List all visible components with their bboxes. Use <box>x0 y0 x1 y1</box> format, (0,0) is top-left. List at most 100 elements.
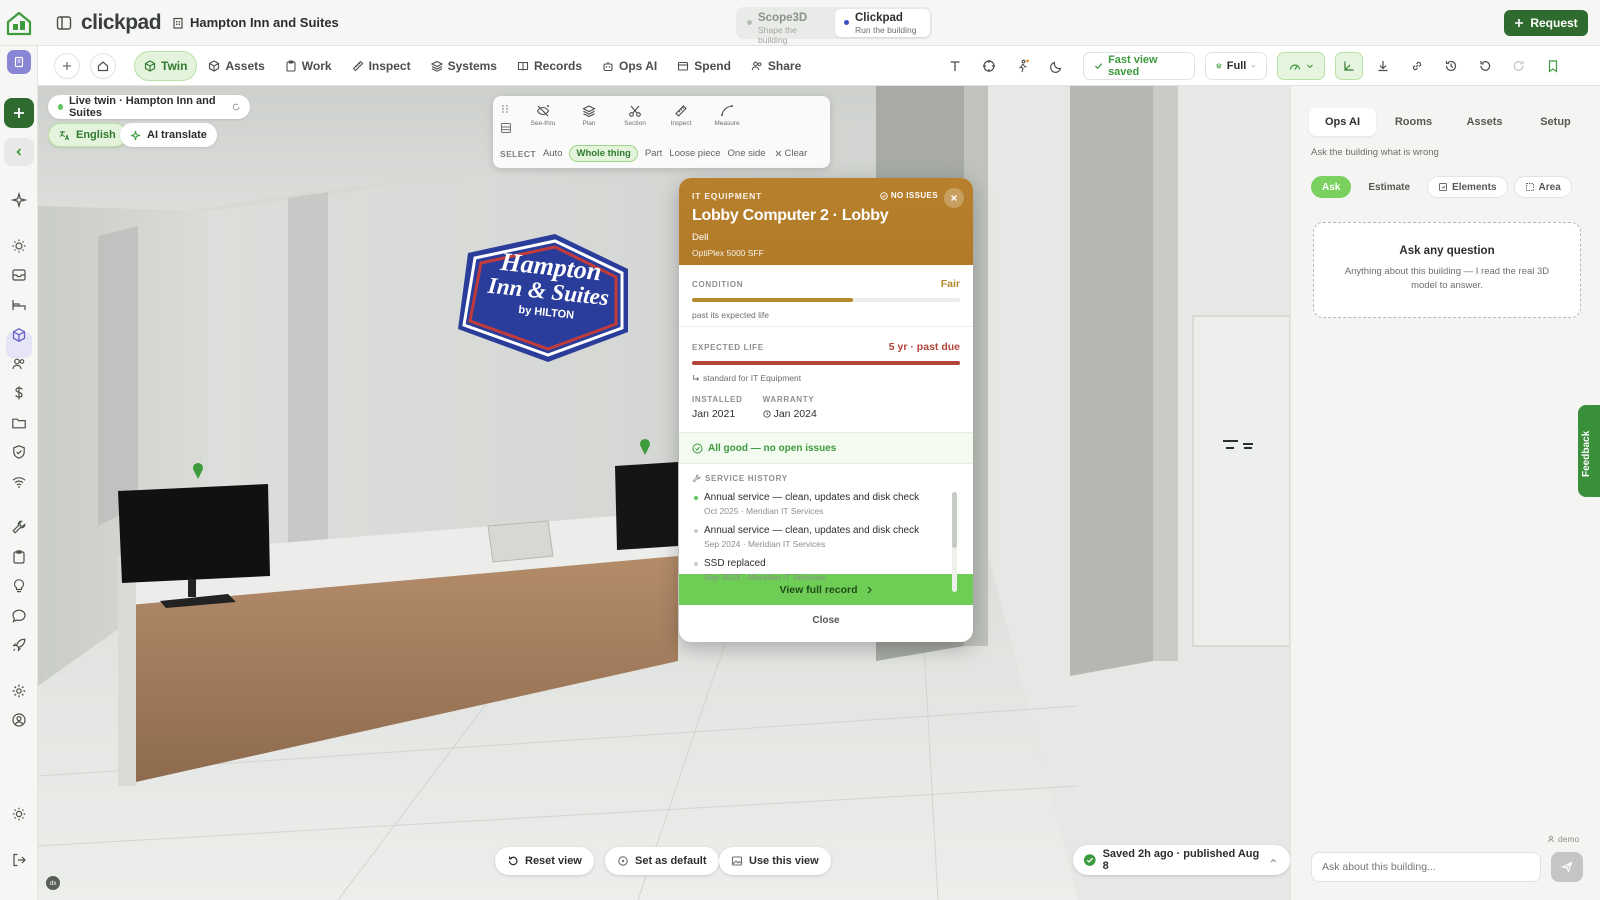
subtab-label: Estimate <box>1368 181 1411 193</box>
card-close-link[interactable]: Close <box>679 605 973 636</box>
walk-tool[interactable] <box>1009 52 1037 80</box>
tool-see-thru[interactable]: See-thru <box>523 104 563 127</box>
ai-translate-button[interactable]: AI translate <box>120 123 217 147</box>
select-auto[interactable]: Auto <box>543 148 563 159</box>
select-part[interactable]: Part <box>645 148 662 159</box>
folder-icon[interactable] <box>11 415 27 431</box>
select-clear-button[interactable]: Clear <box>775 148 807 159</box>
subtab-elements[interactable]: Elements <box>1427 176 1508 198</box>
axis-toggle[interactable] <box>1335 52 1363 80</box>
language-chip[interactable]: English <box>48 123 127 147</box>
tab-ops-ai[interactable]: Ops AI <box>593 51 666 81</box>
feedback-tab[interactable]: Feedback <box>1578 405 1600 497</box>
tab-assets[interactable]: Assets <box>199 51 273 81</box>
history-scrollbar[interactable] <box>952 492 957 592</box>
tool-inspect[interactable]: Inspect <box>661 104 701 127</box>
tab-twin[interactable]: Twin <box>134 51 198 81</box>
new-view-button[interactable] <box>54 53 80 79</box>
tab-spend[interactable]: Spend <box>668 51 740 81</box>
panel-tab-ops-ai[interactable]: Ops AI <box>1309 108 1376 136</box>
clipboard-icon[interactable] <box>11 549 27 565</box>
reset-view-button[interactable]: Reset view <box>495 847 594 875</box>
set-default-button[interactable]: Set as default <box>605 847 719 875</box>
live-twin-chip[interactable]: Live twin · Hampton Inn and Suites <box>48 95 250 119</box>
workspace-badge[interactable] <box>7 50 31 74</box>
wifi-icon[interactable] <box>11 474 27 490</box>
target-tool[interactable] <box>975 52 1003 80</box>
history-item[interactable]: SSD replaced Sep 2023 · Meridian IT Serv… <box>692 558 960 582</box>
history-button[interactable] <box>1437 52 1465 80</box>
tab-label: Twin <box>161 59 188 73</box>
speed-select[interactable] <box>1277 52 1325 80</box>
dates-row: INSTALLED Jan 2021 WARRANTY Jan 2024 <box>692 395 960 420</box>
save-status-pill[interactable]: Saved 2h ago · published Aug 8 <box>1073 845 1290 875</box>
subtab-area[interactable]: Area <box>1513 176 1572 198</box>
rocket-icon[interactable] <box>11 637 27 653</box>
redo-button[interactable] <box>1505 52 1533 80</box>
logout-icon[interactable] <box>11 852 27 868</box>
lightbulb-icon[interactable] <box>11 578 27 594</box>
link-button[interactable] <box>1403 52 1431 80</box>
undo-button[interactable] <box>1471 52 1499 80</box>
tab-records[interactable]: Records <box>508 51 591 81</box>
wrench-icon[interactable] <box>11 519 27 535</box>
history-scroll-thumb[interactable] <box>952 492 957 548</box>
ask-input[interactable] <box>1311 852 1541 882</box>
logo-icon[interactable] <box>6 10 32 36</box>
select-one-side[interactable]: One side <box>728 148 766 159</box>
mode-clickpad[interactable]: Clickpad Run the building <box>835 9 930 37</box>
panel-icon[interactable] <box>500 122 512 134</box>
theme-sun-icon[interactable] <box>11 806 27 822</box>
subtab-estimate[interactable]: Estimate <box>1357 176 1421 198</box>
building-selector[interactable]: Hampton Inn and Suites <box>172 15 339 30</box>
user-circle-icon[interactable] <box>11 712 27 728</box>
subtab-ask[interactable]: Ask <box>1311 176 1352 198</box>
dx-badge[interactable]: dx <box>46 876 60 890</box>
dollar-icon[interactable] <box>11 385 27 401</box>
send-button[interactable] <box>1551 852 1583 882</box>
use-this-view-button[interactable]: Use this view <box>719 847 831 875</box>
home-button[interactable] <box>90 53 116 79</box>
chat-icon[interactable] <box>11 608 27 624</box>
reset-icon <box>508 856 518 866</box>
tool-section[interactable]: Section <box>615 104 655 127</box>
cube-icon[interactable] <box>11 327 27 343</box>
brand-logo[interactable]: clickpad <box>81 11 162 35</box>
sun-icon[interactable] <box>11 238 27 254</box>
panel-tab-assets[interactable]: Assets <box>1451 108 1518 136</box>
select-whole-thing[interactable]: Whole thing <box>569 145 638 162</box>
collapse-button[interactable] <box>4 138 34 166</box>
download-button[interactable] <box>1369 52 1397 80</box>
tool-plan[interactable]: Plan <box>569 104 609 127</box>
add-button[interactable] <box>4 98 34 128</box>
chevron-up-icon <box>1270 858 1277 862</box>
card-close-button[interactable] <box>944 188 964 208</box>
shield-icon[interactable] <box>11 444 27 460</box>
fast-view-saved-button[interactable]: Fast view saved <box>1083 52 1195 80</box>
history-item[interactable]: Annual service — clean, updates and disk… <box>692 525 960 549</box>
3d-viewport[interactable]: Hampton Inn & Suites by HILTON Live twin… <box>38 86 1290 900</box>
tab-work[interactable]: Work <box>276 51 341 81</box>
history-item[interactable]: Annual service — clean, updates and disk… <box>692 492 960 516</box>
dark-mode-toggle[interactable] <box>1043 52 1071 80</box>
tab-label: Records <box>533 59 583 73</box>
mode-scope3d[interactable]: Scope3D Shape the building <box>738 9 833 45</box>
sidebar-toggle-icon[interactable] <box>56 15 72 31</box>
panel-tab-setup[interactable]: Setup <box>1522 108 1589 136</box>
tab-systems[interactable]: Systems <box>422 51 506 81</box>
drag-handle-icon[interactable] <box>501 104 509 114</box>
panel-tab-rooms[interactable]: Rooms <box>1380 108 1447 136</box>
sparkle-icon[interactable] <box>11 192 27 208</box>
inbox-icon[interactable] <box>11 267 27 283</box>
bookmark-button[interactable] <box>1539 52 1567 80</box>
text-tool[interactable] <box>941 52 969 80</box>
people-icon[interactable] <box>11 356 27 372</box>
tab-share[interactable]: Share <box>742 51 810 81</box>
gear-icon[interactable] <box>11 683 27 699</box>
tool-measure[interactable]: Measure <box>707 104 747 127</box>
tab-inspect[interactable]: Inspect <box>343 51 420 81</box>
request-button[interactable]: Request <box>1504 10 1588 36</box>
bed-icon[interactable] <box>11 297 27 313</box>
select-loose-piece[interactable]: Loose piece <box>669 148 720 159</box>
view-mode-select[interactable]: Full <box>1205 52 1267 80</box>
